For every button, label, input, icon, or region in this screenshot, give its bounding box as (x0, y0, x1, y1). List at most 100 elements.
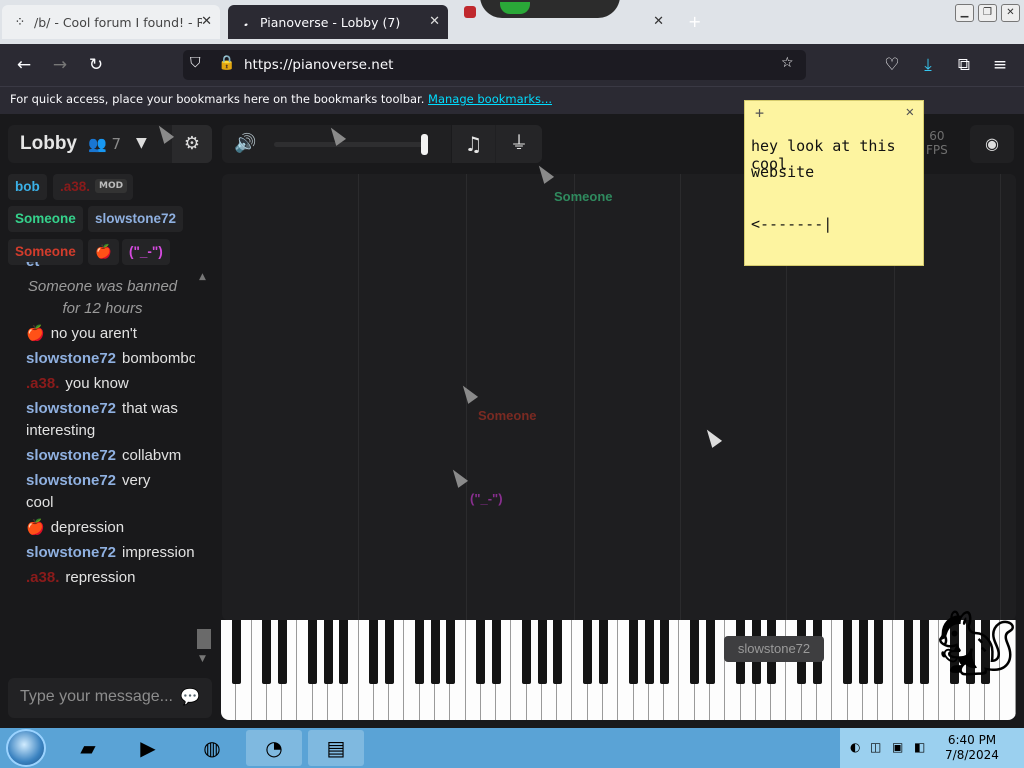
chat-text: no you aren't (50, 325, 137, 342)
plug-icon[interactable]: ⏚ (496, 125, 542, 163)
user-badge[interactable]: bob (8, 174, 47, 200)
shield-icon[interactable]: ⛉ (190, 55, 201, 71)
note-line[interactable]: <-------| (751, 215, 832, 233)
lobby-header[interactable]: Lobby 👥 7 ▼ ⚙ (8, 125, 212, 163)
user-badge[interactable]: slowstone72 (88, 206, 184, 232)
scroll-thumb[interactable] (197, 629, 211, 649)
start-button-icon[interactable] (6, 729, 46, 767)
black-key[interactable] (445, 620, 455, 684)
tray-icon[interactable]: ◫ (870, 740, 881, 754)
volume-icon[interactable]: 🔊 (234, 133, 256, 154)
globe-icon[interactable]: ◍ (184, 730, 240, 766)
dots-favicon-icon: ⁘ (14, 14, 26, 30)
menu-icon[interactable]: ≡ (987, 53, 1013, 77)
bookmark-star-icon[interactable]: ☆ (781, 55, 794, 71)
tab-forum[interactable]: ⁘ /b/ - Cool forum I found! - Ran ✕ (2, 5, 220, 39)
chat-author: 🍎 (26, 325, 45, 342)
music-note-icon[interactable]: ♫ (451, 125, 495, 163)
back-icon[interactable]: ← (11, 53, 37, 77)
scroll-down-icon[interactable]: ▼ (199, 654, 206, 664)
black-key[interactable] (843, 620, 853, 684)
black-key[interactable] (904, 620, 914, 684)
sticky-note[interactable]: + ✕ hey look at this cool website <-----… (744, 100, 924, 266)
gear-icon[interactable]: ⚙ (172, 125, 212, 163)
black-key[interactable] (583, 620, 593, 684)
lobby-name: Lobby (20, 133, 77, 154)
chat-author: slowstone72 (26, 472, 117, 489)
black-key[interactable] (522, 620, 532, 684)
close-icon[interactable]: ✕ (906, 104, 914, 120)
cursor-label: slowstone72 (724, 636, 824, 662)
volume-slider[interactable] (274, 134, 428, 155)
chat-input[interactable]: Type your message... 💬 (8, 678, 212, 718)
black-key[interactable] (919, 620, 929, 684)
minimize-icon[interactable]: ▁ (955, 4, 974, 22)
new-tab-icon[interactable]: + (688, 12, 701, 31)
black-key[interactable] (415, 620, 425, 684)
black-key[interactable] (308, 620, 318, 684)
discord-icon[interactable]: ◉ (970, 125, 1014, 163)
black-key[interactable] (476, 620, 486, 684)
black-key[interactable] (369, 620, 379, 684)
groundhog-icon: 🐿 (936, 607, 1018, 681)
sticky-notes-icon[interactable]: ▤ (308, 730, 364, 766)
volume-slider-knob[interactable] (421, 134, 428, 155)
black-key[interactable] (690, 620, 700, 684)
chat-text: depression (50, 519, 125, 536)
note-line[interactable]: website (751, 163, 814, 181)
scroll-up-icon[interactable]: ▲ (199, 272, 206, 282)
black-key[interactable] (430, 620, 440, 684)
black-key[interactable] (552, 620, 562, 684)
black-key[interactable] (644, 620, 654, 684)
chat-log[interactable]: et Someone was banned for 12 hours 🍎 no y… (10, 262, 195, 654)
user-badge[interactable]: Someone (8, 206, 83, 232)
chat-input-placeholder: Type your message... (20, 688, 173, 705)
media-player-icon[interactable]: ▶ (120, 730, 176, 766)
tab-close-icon[interactable]: ✕ (653, 14, 664, 29)
pocket-icon[interactable]: ♡ (879, 53, 905, 77)
forward-icon[interactable]: → (47, 53, 73, 77)
tab-label: Pianoverse - Lobby (7) (260, 14, 401, 30)
black-key[interactable] (384, 620, 394, 684)
close-window-icon[interactable]: ✕ (1001, 4, 1020, 22)
downloads-icon[interactable]: ⤓ (915, 53, 941, 77)
black-key[interactable] (338, 620, 348, 684)
add-note-icon[interactable]: + (755, 104, 764, 122)
black-key[interactable] (323, 620, 333, 684)
url-bar[interactable]: ⛉ 🔒 https://pianoverse.net ☆ (183, 50, 806, 80)
black-key[interactable] (598, 620, 608, 684)
tray-icon[interactable]: ▣ (892, 740, 903, 754)
piano-keyboard[interactable] (221, 620, 1016, 720)
black-key[interactable] (537, 620, 547, 684)
lock-icon[interactable]: 🔒 (218, 55, 235, 71)
taskbar-clock[interactable]: 6:40 PM 7/8/2024 (920, 733, 1024, 763)
cursor-label: ("_-") (470, 491, 503, 506)
terminal-icon[interactable]: ▰ (60, 730, 116, 766)
firefox-icon[interactable]: ◔ (246, 730, 302, 766)
url-text[interactable]: https://pianoverse.net (244, 57, 393, 73)
extensions-icon[interactable]: ⧉ (951, 53, 977, 77)
black-key[interactable] (277, 620, 287, 684)
black-key[interactable] (659, 620, 669, 684)
reload-icon[interactable]: ↻ (83, 53, 109, 77)
black-key[interactable] (629, 620, 639, 684)
chat-scrollbar[interactable]: ▲ ▼ (197, 272, 211, 664)
black-key[interactable] (231, 620, 241, 684)
tray-icon[interactable]: ◐ (850, 740, 860, 754)
black-key[interactable] (705, 620, 715, 684)
restore-icon[interactable]: ❐ (978, 4, 997, 22)
tab-close-icon[interactable]: ✕ (201, 14, 212, 29)
black-key[interactable] (873, 620, 883, 684)
black-key[interactable] (858, 620, 868, 684)
chat-bubble-icon[interactable]: 💬 (180, 687, 200, 707)
chat-author: slowstone72 (26, 544, 117, 561)
black-key[interactable] (491, 620, 501, 684)
chevron-down-icon[interactable]: ▼ (136, 135, 147, 151)
chat-message: et (10, 262, 195, 275)
chat-message: .a38. you know (10, 372, 195, 397)
manage-bookmarks-link[interactable]: Manage bookmarks... (428, 92, 552, 106)
black-key[interactable] (262, 620, 272, 684)
tab-close-icon[interactable]: ✕ (429, 14, 440, 29)
browser-tab-strip: ⁘ /b/ - Cool forum I found! - Ran ✕ 𝅘 Pi… (0, 0, 1024, 44)
tab-pianoverse[interactable]: 𝅘 Pianoverse - Lobby (7) ✕ (228, 5, 448, 39)
